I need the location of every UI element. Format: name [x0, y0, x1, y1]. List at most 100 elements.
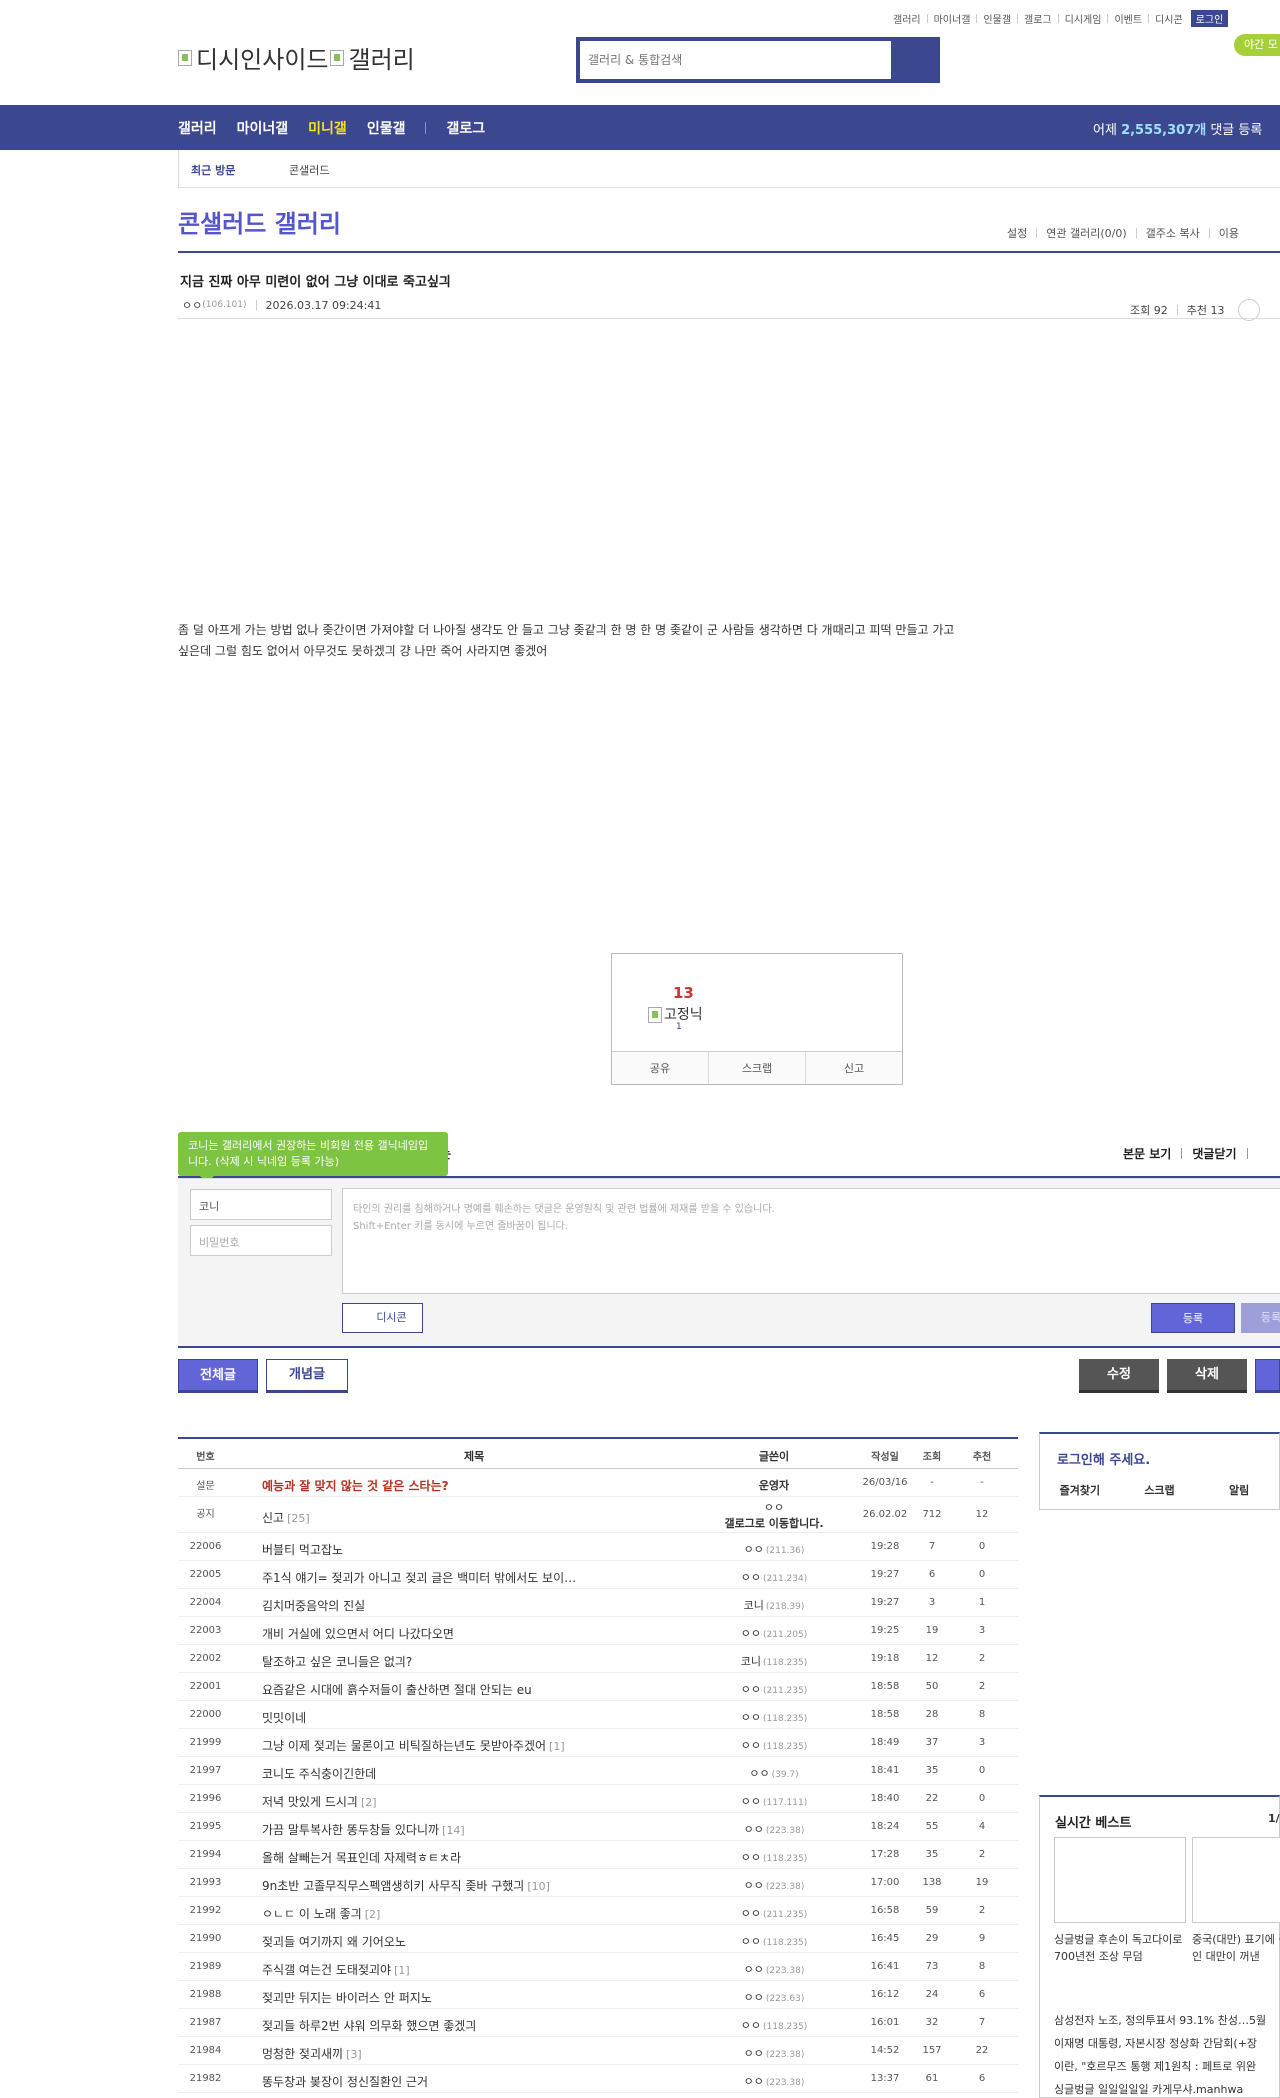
scrap-tab[interactable]: 스크랩 [1120, 1482, 1200, 1498]
best-card-caption[interactable]: 싱글벙글 후손이 독고다이로 700년전 조상 무덤 [1054, 1931, 1186, 1965]
post-writer-cell[interactable]: ㅇㅇ (118.235) [718, 1709, 830, 1725]
post-subject-link[interactable]: 젖괴만 뒤지는 바이러스 안 퍼지노 [262, 1991, 432, 2005]
reply-count[interactable]: [14] [442, 1824, 465, 1837]
reply-count[interactable]: [2] [365, 1908, 381, 1921]
submit-comment-button[interactable]: 등록 [1151, 1303, 1235, 1333]
post-writer-cell[interactable]: ㅇㅇ (211.205) [718, 1625, 830, 1641]
util-link-game[interactable]: 디시게임 [1065, 11, 1102, 26]
post-subject-link[interactable]: 올해 살빼는거 목표인데 자제력ㅎㅌㅊ라 [262, 1851, 461, 1865]
table-row[interactable]: 21992 ㅇㄴㄷ 이 노래 좋긔 [2] ㅇㅇ (211.235) 16:58 59 2 [178, 1897, 1018, 1925]
night-mode-toggle[interactable]: 야간 모 [1234, 34, 1280, 56]
table-row[interactable]: 설문 예능과 잘 맞지 않는 것 같은 스타는? 운영자 26/03/16- - [178, 1469, 1018, 1497]
post-subject-link[interactable]: ㅇㄴㄷ 이 노래 좋긔 [262, 1907, 362, 1921]
table-row[interactable]: 21996 저녁 맛있게 드시긔 [2] ㅇㅇ (117.111) 18:40 22 0 [178, 1785, 1018, 1813]
reply-count[interactable]: [3] [346, 2048, 362, 2061]
post-subject-link[interactable]: 밋밋이네 [262, 1711, 306, 1725]
util-link-event[interactable]: 이벤트 [1114, 11, 1142, 26]
post-subject-link[interactable]: 김치머중음악의 진실 [262, 1599, 365, 1613]
favorites-tab[interactable]: 즐겨찾기 [1040, 1482, 1120, 1498]
login-button[interactable]: 로그인 [1190, 9, 1229, 27]
table-row[interactable]: 22004 김치머중음악의 진실 코니 (218.39) 19:27 3 1 [178, 1589, 1018, 1617]
table-row[interactable]: 22001 요즘같은 시대에 흙수저들이 출산하면 절대 안되는 eu ㅇㅇ (211… [178, 1673, 1018, 1701]
post-writer-cell[interactable]: ㅇㅇ (223.38) [718, 1961, 830, 1977]
share-button[interactable]: 공유 [612, 1052, 709, 1084]
password-field[interactable]: 비밀번호 [190, 1225, 332, 1256]
post-subject-link[interactable]: 예능과 잘 맞지 않는 것 같은 스타는? [262, 1479, 449, 1493]
best-list-item[interactable]: 이재명 대통령, 자본시장 정상화 간담회(+장 [1054, 2035, 1257, 2051]
post-subject-link[interactable]: 신고 [262, 1511, 284, 1525]
post-subject-link[interactable]: 똥두창과 봊장이 정신질환인 근거 [262, 2075, 428, 2089]
recent-gallery-link[interactable]: 콘샐러드 [289, 162, 329, 178]
gallog-link[interactable]: 갤로그로 이동합니다. [718, 1515, 830, 1531]
submit-recommend-button[interactable]: 등록 [1241, 1303, 1280, 1333]
post-author[interactable]: ㅇㅇ [182, 297, 202, 313]
table-row[interactable]: 21993 9n초반 고졸무직무스펙앰생히키 사무직 좆바 구했긔 [10] ㅇㅇ (2… [178, 1869, 1018, 1897]
table-row[interactable]: 21994 올해 살빼는거 목표인데 자제력ㅎㅌㅊ라 ㅇㅇ (118.235) 17:2… [178, 1841, 1018, 1869]
post-writer-cell[interactable]: ㅇㅇ (223.38) [718, 1821, 830, 1837]
comment-textarea[interactable]: 타인의 권리를 침해하거나 명예를 훼손하는 댓글은 운영원칙 및 관련 법률에… [342, 1188, 1280, 1294]
best-thumbnail[interactable] [1192, 1837, 1280, 1923]
nav-item-person[interactable]: 인물갤 [367, 118, 406, 138]
close-comments-link[interactable]: 댓글닫기 [1192, 1145, 1236, 1162]
util-link-person[interactable]: 인물갤 [983, 11, 1011, 26]
post-subject-link[interactable]: 가끔 말투복사한 똥두창들 있다니까 [262, 1823, 439, 1837]
reply-count[interactable]: [25] [287, 1512, 310, 1525]
table-row[interactable]: 21990 젖괴들 여기까지 왜 기어오노 ㅇㅇ (118.235) 16:45 29 9 [178, 1925, 1018, 1953]
post-subject-link[interactable]: 주1식 얘기= 젖괴가 아니고 젖괴 글은 백미터 밖에서도 보이… [262, 1571, 576, 1585]
scrap-button[interactable]: 스크랩 [709, 1052, 806, 1084]
gallery-title[interactable]: 콘샐러드 갤러리 [178, 204, 341, 239]
search-input[interactable] [580, 41, 894, 79]
all-posts-button[interactable]: 전체글 [178, 1359, 258, 1393]
table-row[interactable]: 22002 탈조하고 싶은 코니들은 없긔? 코니 (118.235) 19:18 12 2 [178, 1645, 1018, 1673]
table-row[interactable]: 21984 멍청한 젖괴새끼 [3] ㅇㅇ (223.38) 14:52 157 22 [178, 2037, 1018, 2065]
post-writer-cell[interactable]: ㅇㅇ (223.38) [718, 2045, 830, 2061]
nav-item-mini[interactable]: 미니갤 [308, 118, 347, 138]
nav-item-gallog[interactable]: 갤로그 [446, 118, 485, 138]
post-subject-link[interactable]: 9n초반 고졸무직무스펙앰생히키 사무직 좆바 구했긔 [262, 1879, 524, 1893]
table-row[interactable]: 22005 주1식 얘기= 젖괴가 아니고 젖괴 글은 백미터 밖에서도 보이… ㅇ… [178, 1561, 1018, 1589]
post-subject-link[interactable]: 버블티 먹고잡노 [262, 1543, 343, 1557]
nav-item-minor[interactable]: 마이너갤 [237, 118, 289, 138]
login-prompt[interactable]: 로그인해 주세요. [1057, 1449, 1150, 1468]
related-gallery-link[interactable]: 연관 갤러리(0/0) [1046, 225, 1126, 241]
util-link-gallog[interactable]: 갤로그 [1024, 11, 1052, 26]
reply-count[interactable]: [1] [549, 1740, 565, 1753]
usage-link[interactable]: 이용 [1219, 225, 1239, 241]
post-subject-link[interactable]: 멍청한 젖괴새끼 [262, 2047, 343, 2061]
table-row[interactable]: 21989 주식갤 여는건 도태젖괴야 [1] ㅇㅇ (223.38) 16:41 73 8 [178, 1953, 1018, 1981]
table-row[interactable]: 22006 버블티 먹고잡노 ㅇㅇ (211.36) 19:28 7 0 [178, 1533, 1018, 1561]
post-writer-cell[interactable]: ㅇㅇ (211.36) [718, 1541, 830, 1557]
post-writer-cell[interactable]: ㅇㅇ (118.235) [718, 1849, 830, 1865]
post-writer-cell[interactable]: ㅇㅇ (223.38) [718, 1877, 830, 1893]
recent-visit-label[interactable]: 최근 방문 [191, 162, 235, 178]
post-subject-link[interactable]: 그냥 이제 젖괴는 물론이고 비틱질하는년도 못받아주겠어 [262, 1739, 546, 1753]
post-writer-cell[interactable]: ㅇㅇ (118.235) [718, 2017, 830, 2033]
report-button[interactable]: 신고 [806, 1052, 902, 1084]
table-row[interactable]: 21997 코니도 주식충이긴한데 ㅇㅇ (39.7) 18:41 35 0 [178, 1757, 1018, 1785]
util-link-gallery[interactable]: 갤러리 [893, 11, 921, 26]
best-card-caption[interactable]: 중국(대만) 표기에 중인 대만이 꺼낸 [1192, 1931, 1280, 1965]
post-writer-cell[interactable]: ㅇㅇ (223.38) [718, 2073, 830, 2089]
post-subject-link[interactable]: 젖괴들 여기까지 왜 기어오노 [262, 1935, 406, 1949]
table-row[interactable]: 21987 젖괴들 하루2번 샤워 의무화 했으면 좋겠긔 ㅇㅇ (118.235) 1… [178, 2009, 1018, 2037]
util-link-minor[interactable]: 마이너갤 [934, 11, 971, 26]
util-link-dccon[interactable]: 디시콘 [1155, 11, 1183, 26]
post-writer-cell[interactable]: 코니 (118.235) [718, 1653, 830, 1669]
table-row[interactable]: 공지 신고 [25] ㅇㅇ 갤로그로 이동합니다. 26.02.02 712 12 [178, 1497, 1018, 1533]
post-subject-link[interactable]: 요즘같은 시대에 흙수저들이 출산하면 절대 안되는 eu [262, 1683, 532, 1697]
reply-count[interactable]: [1] [394, 1964, 410, 1977]
table-row[interactable]: 21995 가끔 말투복사한 똥두창들 있다니까 [14] ㅇㅇ (223.38) 18:… [178, 1813, 1018, 1841]
post-writer-cell[interactable]: ㅇㅇ (39.7) [718, 1765, 830, 1781]
reply-count[interactable]: [2] [361, 1796, 377, 1809]
post-writer-cell[interactable]: 운영자 [718, 1477, 830, 1493]
post-subject-link[interactable]: 탈조하고 싶은 코니들은 없긔? [262, 1655, 412, 1669]
post-subject-link[interactable]: 저녁 맛있게 드시긔 [262, 1795, 358, 1809]
alerts-tab[interactable]: 알림 [1199, 1482, 1279, 1498]
reply-count[interactable]: [10] [527, 1880, 550, 1893]
post-writer-cell[interactable]: ㅇㅇ (118.235) [718, 1737, 830, 1753]
site-logo[interactable]: 디시인사이드 갤러리 [178, 40, 415, 75]
post-writer-cell[interactable]: ㅇㅇ (117.111) [718, 1793, 830, 1809]
table-row[interactable]: 22000 밋밋이네 ㅇㅇ (118.235) 18:58 28 8 [178, 1701, 1018, 1729]
post-writer-cell[interactable]: ㅇㅇ 갤로그로 이동합니다. [718, 1499, 830, 1531]
post-writer-cell[interactable]: 코니 (218.39) [718, 1597, 830, 1613]
